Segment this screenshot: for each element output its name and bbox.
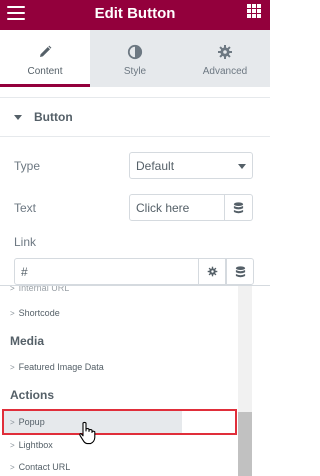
chevron-right-icon: >: [10, 441, 15, 450]
database-icon: [233, 201, 244, 213]
chevron-right-icon: >: [10, 309, 15, 318]
dropdown-item-internal-url[interactable]: > Internal URL: [10, 285, 69, 293]
edit-button-panel: Edit Button Content Style Advanced Butto…: [0, 0, 270, 476]
link-label: Link: [14, 235, 37, 249]
pencil-icon: [40, 45, 52, 57]
scrollbar-thumb[interactable]: [238, 412, 252, 476]
grid-apps-icon[interactable]: [247, 4, 261, 18]
dynamic-tags-dropdown: > Internal URL > Shortcode Media > Featured…: [0, 285, 270, 476]
dropdown-group-media: Media: [10, 334, 45, 348]
hamburger-menu-icon[interactable]: [7, 4, 25, 22]
dropdown-item-shortcode[interactable]: > Shortcode: [10, 308, 60, 318]
chevron-down-icon: [238, 164, 246, 169]
link-options-button[interactable]: [199, 258, 226, 285]
dropdown-item-featured-image-data[interactable]: > Featured Image Data: [10, 362, 104, 372]
tab-label-advanced: Advanced: [202, 66, 248, 77]
panel-tabs: Content Style Advanced: [0, 30, 270, 87]
tab-label-content: Content: [27, 66, 63, 77]
type-select[interactable]: Default: [129, 152, 253, 179]
chevron-right-icon: >: [10, 363, 15, 372]
type-label: Type: [14, 159, 41, 173]
dropdown-scrollbar[interactable]: [238, 286, 252, 476]
tab-advanced[interactable]: Advanced: [180, 30, 270, 87]
dropdown-group-actions: Actions: [10, 388, 55, 402]
dynamic-tags-button-text[interactable]: [225, 194, 253, 221]
type-select-value: Default: [136, 158, 175, 173]
link-url-value: #: [21, 264, 28, 279]
panel-title: Edit Button: [94, 4, 176, 22]
selection-highlight-box: [2, 409, 237, 435]
text-input[interactable]: Click here: [129, 194, 225, 221]
chevron-right-icon: >: [10, 463, 15, 472]
tab-style[interactable]: Style: [90, 30, 180, 87]
section-title: Button: [34, 110, 73, 124]
tab-label-style: Style: [123, 66, 147, 77]
database-icon: [235, 265, 245, 277]
half-circle-icon: [127, 44, 143, 60]
caret-down-icon: [14, 114, 22, 120]
dynamic-tags-button-link[interactable]: [226, 258, 254, 285]
link-url-input[interactable]: #: [14, 258, 199, 285]
text-label: Text: [14, 201, 37, 215]
gear-icon: [218, 45, 232, 59]
section-button-toggle[interactable]: Button: [0, 97, 270, 137]
dropdown-item-lightbox[interactable]: > Lightbox: [10, 440, 53, 450]
tab-content[interactable]: Content: [0, 30, 90, 87]
panel-header: Edit Button: [0, 0, 270, 30]
gear-icon: [207, 266, 217, 277]
text-input-value: Click here: [136, 200, 190, 215]
dropdown-item-contact-url[interactable]: > Contact URL: [10, 462, 70, 472]
chevron-right-icon: >: [10, 285, 15, 293]
